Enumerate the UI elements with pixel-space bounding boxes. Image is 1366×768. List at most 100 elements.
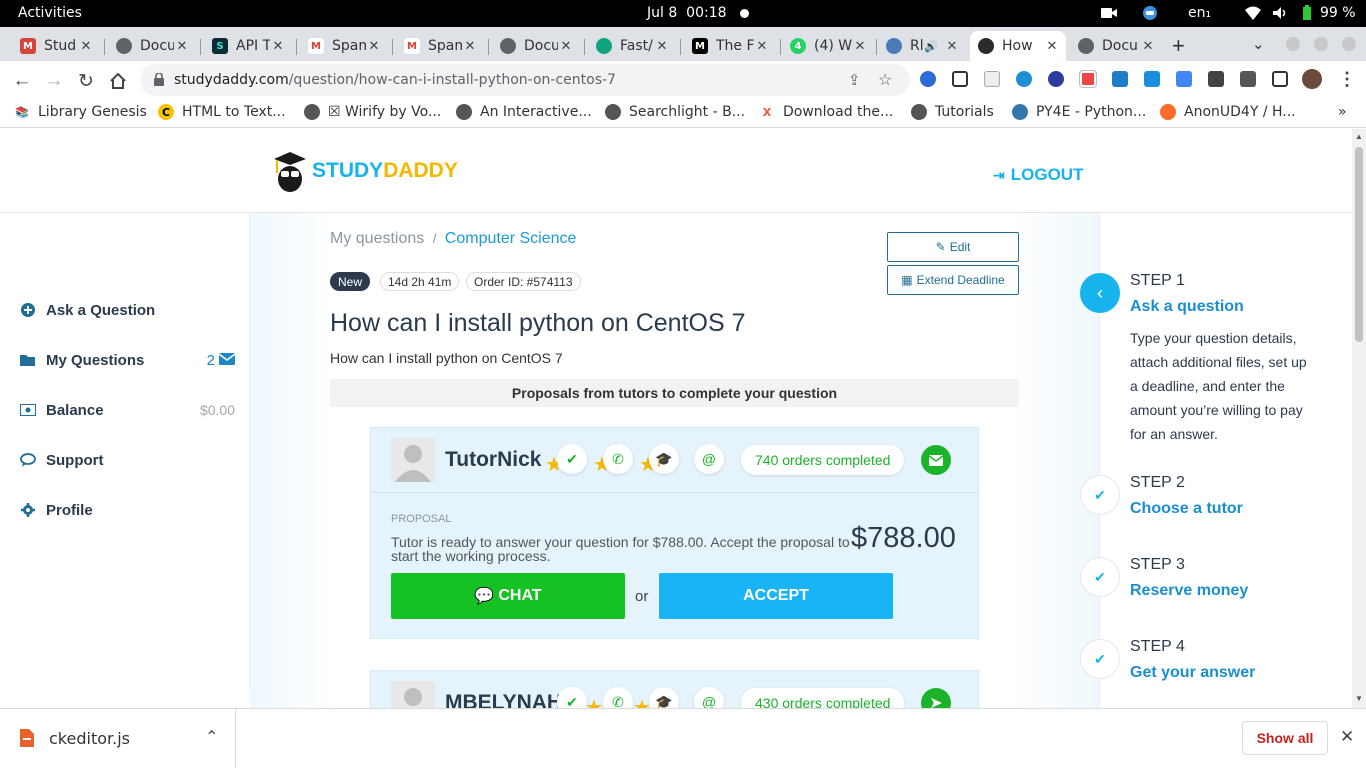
ext-icon[interactable] (1079, 70, 1097, 88)
bookmark-item[interactable]: Tutorials (911, 104, 994, 120)
message-tutor-button[interactable]: ➤ (921, 688, 951, 708)
tab-7[interactable]: Fast/✕ (588, 31, 676, 61)
close-icon[interactable]: ✕ (174, 39, 190, 54)
breadcrumb-root[interactable]: My questions (330, 230, 424, 247)
verified-check-icon: ✔ (557, 444, 587, 474)
tab-3[interactable]: S API T ✕ (204, 31, 292, 61)
close-icon[interactable]: ✕ (78, 39, 94, 54)
battery-icon[interactable] (1302, 5, 1312, 21)
keyboard-layout[interactable]: en₁ (1188, 5, 1211, 21)
clock[interactable]: Jul 8 00:18 (647, 5, 727, 21)
ext-icon[interactable] (1048, 71, 1064, 87)
camera-icon[interactable] (1100, 5, 1118, 21)
activities-button[interactable]: Activities (18, 5, 82, 21)
bookmark-item[interactable]: ☒ Wirify by Vo... (304, 104, 441, 120)
share-icon[interactable]: ⇪ (848, 71, 861, 89)
accept-button[interactable]: ACCEPT (659, 573, 893, 619)
minimize-icon[interactable] (1286, 37, 1300, 51)
close-icon[interactable]: ✕ (944, 39, 960, 54)
tutor-avatar[interactable] (391, 438, 435, 482)
scrollbar-thumb[interactable] (1355, 147, 1363, 342)
message-tutor-button[interactable] (921, 445, 951, 475)
edit-button[interactable]: ✎ Edit (887, 232, 1019, 262)
close-icon[interactable]: ✕ (366, 39, 382, 54)
page-scrollbar[interactable]: ▲ ▼ (1352, 129, 1366, 708)
speaker-icon[interactable]: 🔊 (924, 40, 938, 53)
bookmark-item[interactable]: C HTML to Text... (158, 104, 286, 120)
wifi-icon[interactable] (1244, 5, 1262, 21)
volume-icon[interactable] (1271, 5, 1289, 21)
extend-deadline-button[interactable]: ▦ Extend Deadline (887, 265, 1019, 295)
tab-active[interactable]: How ✕ (970, 31, 1066, 61)
logout-link[interactable]: ⇥ LOGOUT (993, 165, 1083, 185)
download-ext-icon[interactable] (1144, 71, 1160, 87)
chevron-up-icon[interactable]: ⌃ (205, 727, 218, 747)
ext-icon[interactable] (984, 71, 1000, 87)
close-icon[interactable]: ✕ (1044, 39, 1060, 54)
lock-icon[interactable] (154, 72, 164, 86)
tab-9[interactable]: 4 (4) W ✕ (782, 31, 874, 61)
bookmark-item[interactable]: AnonUD4Y / H... (1160, 104, 1296, 120)
forward-arrow-icon[interactable]: → (42, 69, 66, 93)
extensions-puzzle-icon[interactable] (1208, 71, 1224, 87)
chat-button[interactable]: 💬 CHAT (391, 573, 625, 619)
studydaddy-logo-icon[interactable] (272, 151, 308, 198)
close-icon[interactable]: ✕ (1340, 727, 1354, 747)
bookmark-item[interactable]: An Interactive... (456, 104, 592, 120)
window-close-icon[interactable] (1342, 37, 1356, 51)
close-icon[interactable]: ✕ (754, 39, 770, 54)
tutor-name[interactable]: MBELYNAH (445, 691, 562, 708)
bookmark-item[interactable]: X Download the... (759, 104, 894, 120)
download-item[interactable]: ckeditor.js ⌃ (0, 709, 236, 768)
tab-4[interactable]: M Spam ✕ (300, 31, 388, 61)
ext-icon[interactable] (952, 71, 968, 87)
tab-2[interactable]: Docu ✕ (108, 31, 196, 61)
back-arrow-icon[interactable]: ← (10, 69, 34, 93)
close-icon[interactable]: ✕ (852, 39, 868, 54)
tab-6[interactable]: Docu ✕ (492, 31, 580, 61)
sidebar-item-ask[interactable]: Ask a Question (20, 298, 235, 322)
bookmark-star-icon[interactable]: ☆ (878, 70, 892, 90)
reading-list-icon[interactable] (1240, 71, 1256, 87)
sidebar-item-balance[interactable]: Balance $0.00 (20, 398, 235, 422)
kebab-menu-icon[interactable]: ⋮ (1338, 69, 1356, 90)
scroll-up-icon[interactable]: ▲ (1355, 132, 1363, 141)
show-all-button[interactable]: Show all (1242, 721, 1328, 755)
address-bar[interactable]: studydaddy.com/question/how-can-i-instal… (140, 64, 910, 96)
home-icon[interactable] (106, 69, 130, 93)
more-bookmarks-icon[interactable]: » (1338, 104, 1347, 120)
translate-ext-icon[interactable] (1176, 71, 1192, 87)
tutor-name[interactable]: TutorNick (445, 448, 541, 472)
ext-icon[interactable] (1112, 71, 1128, 87)
close-icon[interactable]: ✕ (1140, 39, 1156, 54)
breadcrumb-category[interactable]: Computer Science (445, 230, 577, 247)
tab-8[interactable]: M The F ✕ (684, 31, 776, 61)
scroll-down-icon[interactable]: ▼ (1355, 694, 1363, 703)
close-icon[interactable]: ✕ (270, 39, 286, 54)
close-icon[interactable]: ✕ (558, 39, 574, 54)
sidebar-item-my-questions[interactable]: My Questions 2 (20, 348, 236, 372)
chat-indicator-icon[interactable] (1141, 5, 1159, 21)
bookmark-item[interactable]: 📚 Library Genesis (14, 104, 147, 120)
tab-12[interactable]: Docu ✕ (1070, 31, 1162, 61)
avatar[interactable] (1302, 69, 1322, 89)
bookmark-item[interactable]: PY4E - Python... (1012, 104, 1146, 120)
chevron-left-icon[interactable]: ‹ (1080, 273, 1120, 313)
sidebar-item-profile[interactable]: Profile (20, 498, 235, 522)
site-logo-text[interactable]: STUDYDADDY (312, 159, 458, 183)
tab-10[interactable]: Rl 🔊 ✕ (878, 31, 966, 61)
tab-5[interactable]: M Spam ✕ (396, 31, 484, 61)
close-icon[interactable]: ✕ (654, 39, 670, 54)
close-icon[interactable]: ✕ (462, 39, 478, 54)
tutor-avatar[interactable] (391, 681, 435, 708)
side-panel-icon[interactable] (1272, 71, 1288, 87)
reload-icon[interactable]: ↻ (74, 69, 98, 93)
sidebar-item-support[interactable]: Support (20, 448, 235, 472)
new-tab-plus-icon[interactable]: + (1172, 33, 1185, 59)
maximize-icon[interactable] (1314, 37, 1328, 51)
ext-icon[interactable] (1016, 71, 1032, 87)
zoom-ext-icon[interactable] (920, 71, 936, 87)
tab-1[interactable]: M Stud ✕ (12, 31, 100, 61)
tab-search-chevron-icon[interactable]: ⌄ (1252, 35, 1265, 53)
bookmark-item[interactable]: Searchlight - B... (605, 104, 745, 120)
